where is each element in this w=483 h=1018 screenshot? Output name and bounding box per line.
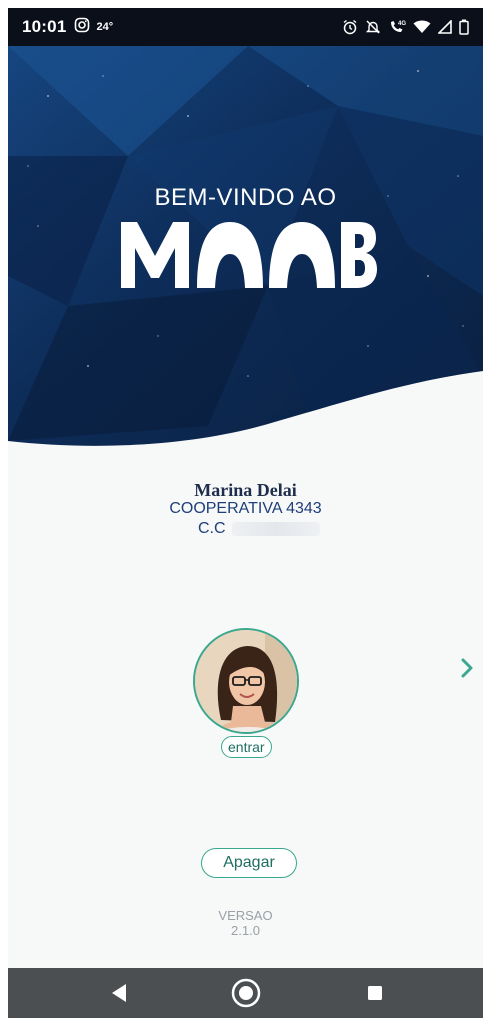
app-screen: 10:01 24° 4G BEM-VINDO AO Marina Delai C…	[8, 8, 483, 1018]
home-icon[interactable]	[231, 978, 261, 1008]
profile-avatar[interactable]	[193, 628, 299, 734]
recents-icon[interactable]	[367, 985, 383, 1001]
moob-logo	[121, 222, 377, 288]
battery-icon	[459, 19, 469, 35]
account-row: C.C	[198, 520, 320, 538]
notifications-off-icon	[365, 19, 381, 35]
wifi-icon	[413, 20, 431, 34]
enter-button[interactable]: entrar	[221, 736, 272, 758]
instagram-icon	[74, 17, 90, 38]
account-number-redacted	[231, 522, 320, 536]
version-label: VERSAO	[218, 908, 273, 923]
status-bar: 10:01 24° 4G	[8, 8, 483, 46]
status-time: 10:01	[22, 17, 67, 36]
back-icon[interactable]	[110, 983, 128, 1003]
cooperative-label: COOPERATIVA 4343	[169, 500, 322, 517]
wifi-call-icon: 4G	[388, 19, 406, 35]
welcome-text: BEM-VINDO AO	[154, 184, 337, 211]
signal-icon	[438, 20, 452, 34]
hero-banner: BEM-VINDO AO	[8, 46, 483, 456]
version-number: 2.1.0	[231, 923, 260, 938]
status-icons: 4G	[342, 19, 469, 35]
svg-text:4G: 4G	[398, 21, 406, 27]
chevron-right-icon[interactable]	[457, 656, 477, 680]
account-label: C.C	[198, 520, 226, 537]
profile-name: Marina Delai	[194, 480, 297, 500]
alarm-icon	[342, 19, 358, 35]
avatar-photo	[195, 630, 297, 732]
system-nav-bar	[8, 968, 483, 1018]
delete-button[interactable]: Apagar	[201, 848, 297, 878]
status-temperature: 24°	[96, 21, 114, 33]
